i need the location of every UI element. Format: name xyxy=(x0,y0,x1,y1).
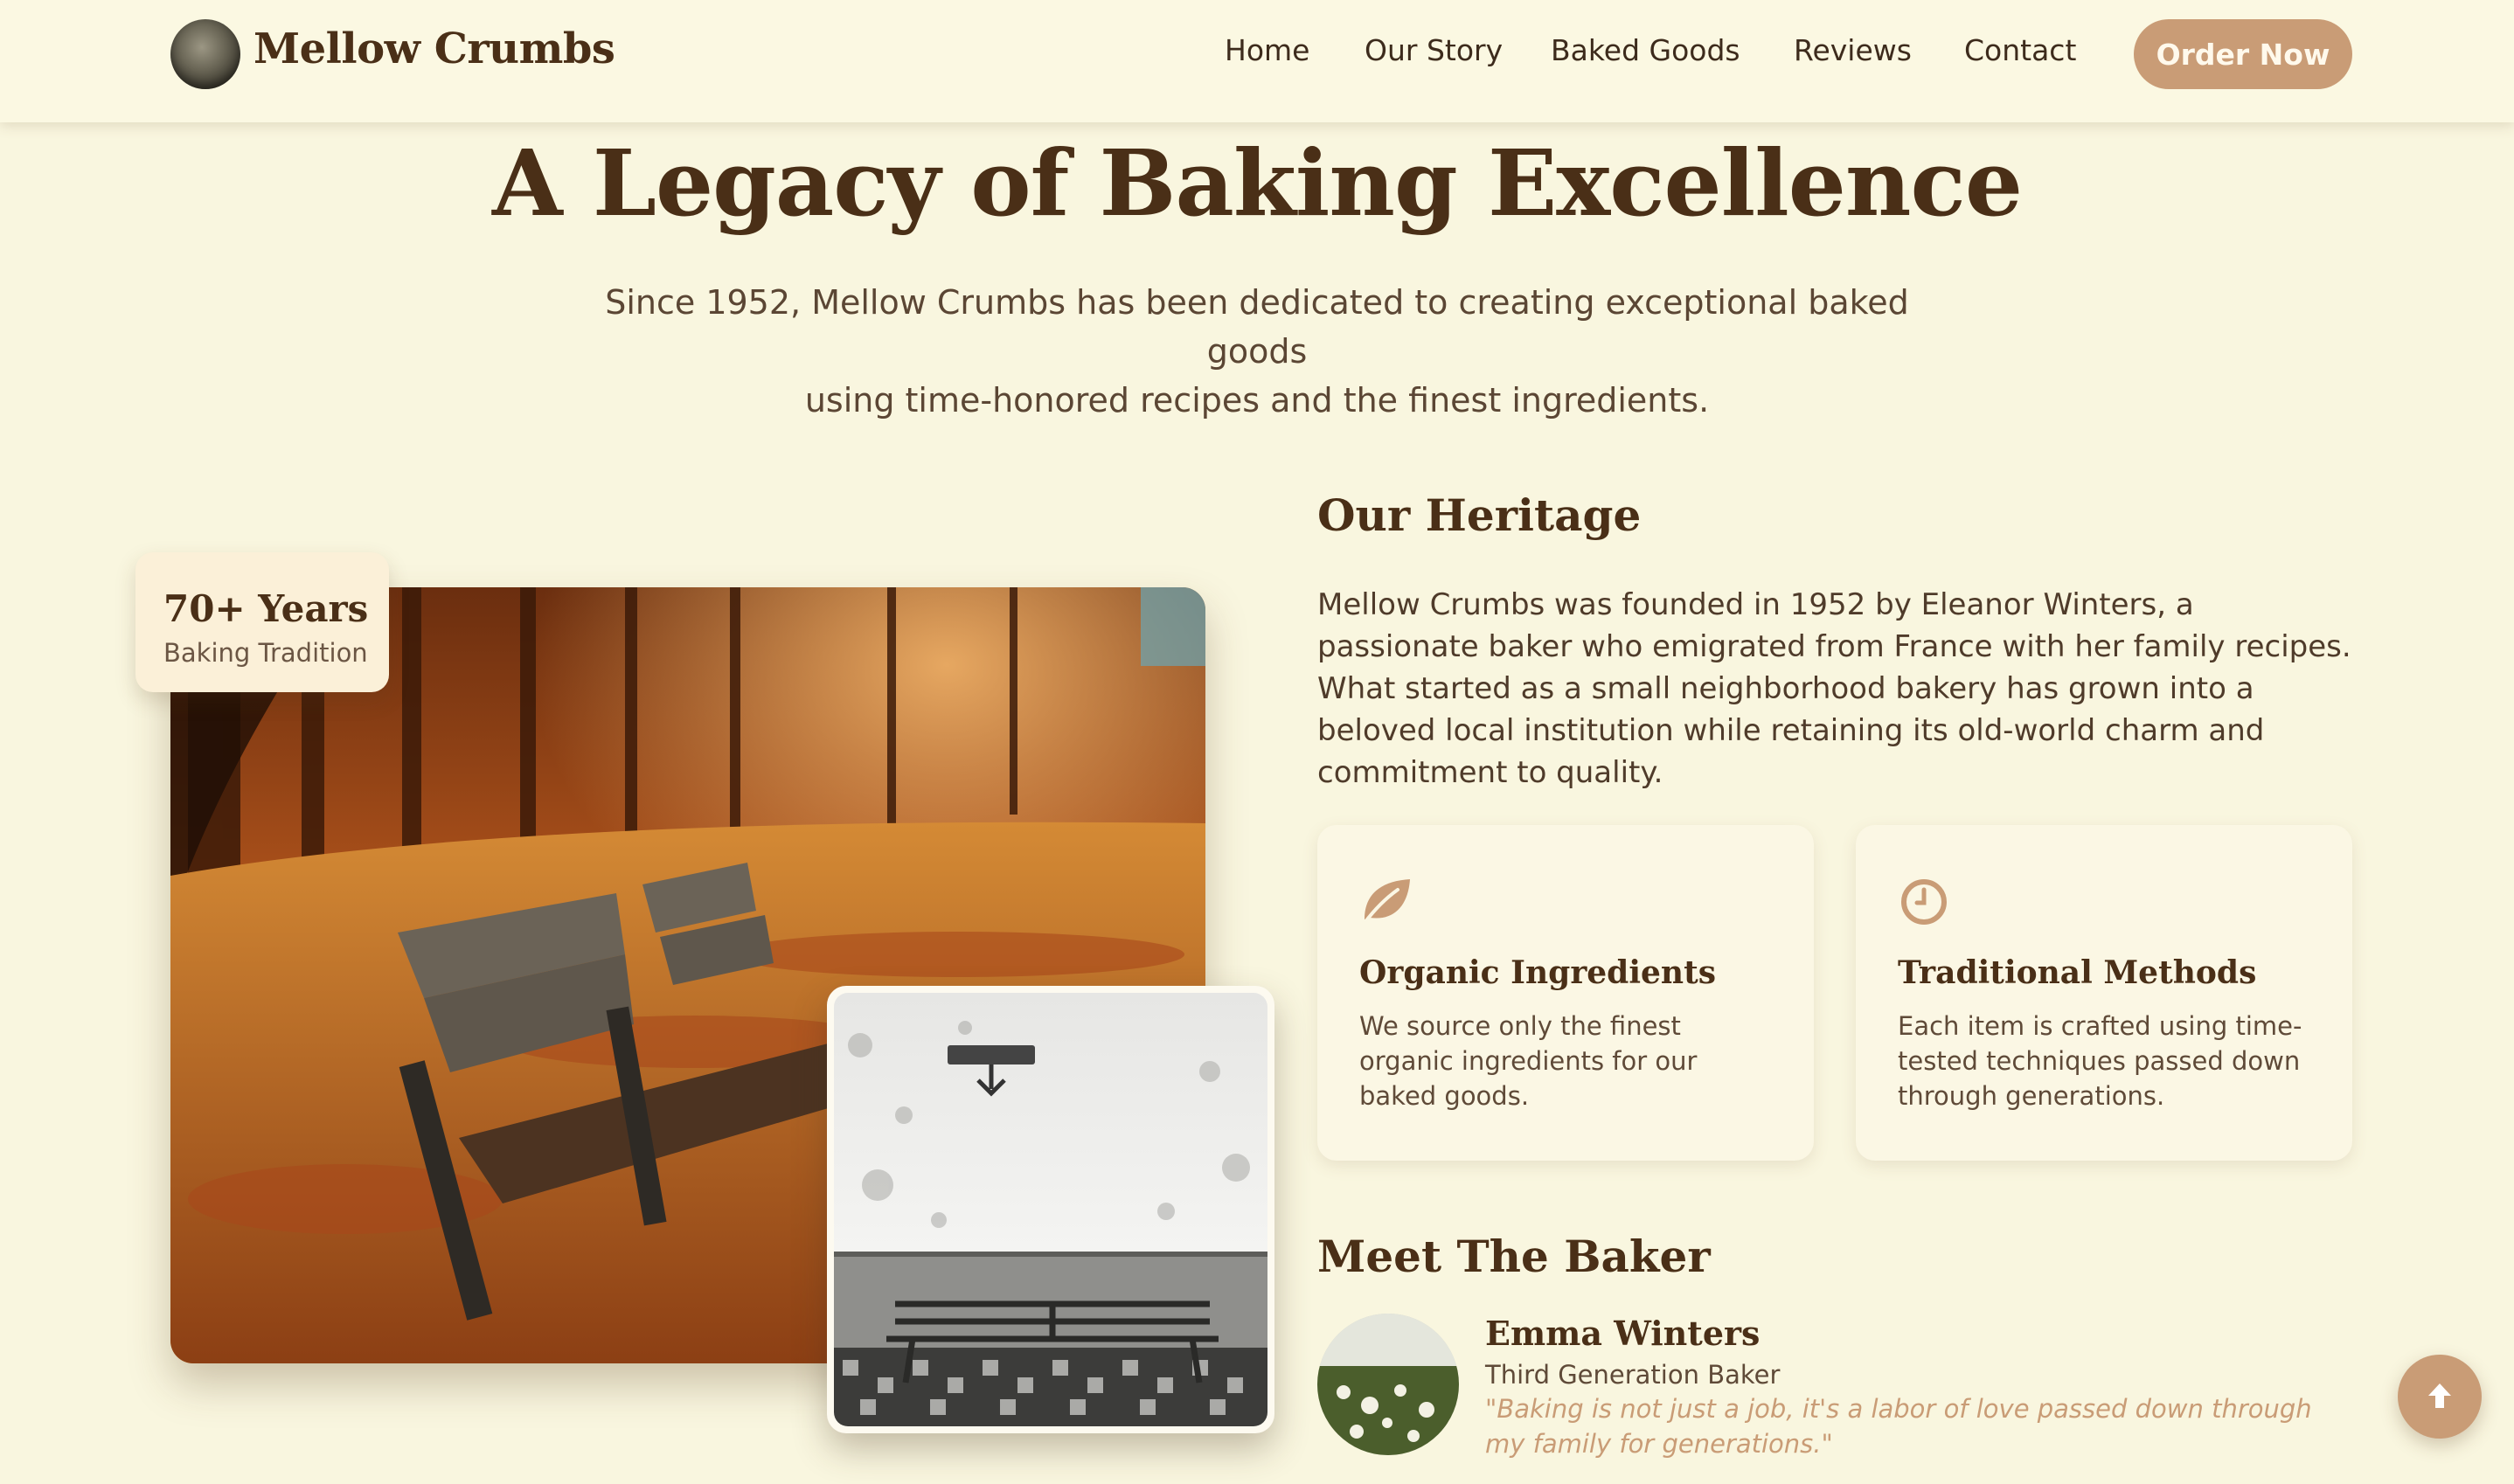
feature-title: Traditional Methods xyxy=(1898,954,2257,991)
years-badge: 70+ Years Baking Tradition xyxy=(135,552,389,692)
feature-card-organic: Organic Ingredients We source only the f… xyxy=(1317,825,1814,1161)
page-title: A Legacy of Baking Excellence xyxy=(491,129,2023,237)
nav-item-home[interactable]: Home xyxy=(1225,33,1309,67)
arrow-up-icon xyxy=(2427,1382,2453,1412)
scroll-to-top-button[interactable] xyxy=(2398,1355,2482,1439)
feature-text: Each item is crafted using time-tested t… xyxy=(1898,1011,2302,1111)
wall-bench-photo xyxy=(827,986,1274,1433)
clock-icon xyxy=(1898,874,1952,928)
baker-role: Third Generation Baker xyxy=(1485,1360,1781,1390)
baker-section-title: Meet The Baker xyxy=(1317,1231,1711,1282)
feature-text: We source only the finest organic ingred… xyxy=(1359,1011,1698,1111)
nav-item-contact[interactable]: Contact xyxy=(1964,33,2076,67)
hero-subtitle: Since 1952, Mellow Crumbs has been dedic… xyxy=(558,278,1956,425)
order-now-button[interactable]: Order Now xyxy=(2134,19,2352,89)
hero-subtitle-line: using time-honored recipes and the fines… xyxy=(804,381,1710,420)
baker-quote: "Baking is not just a job, it's a labor … xyxy=(1485,1394,2312,1459)
years-badge-title: 70+ Years xyxy=(163,587,369,630)
hero-subtitle-line: Since 1952, Mellow Crumbs has been dedic… xyxy=(605,283,1909,371)
heritage-text: Mellow Crumbs was founded in 1952 by Ele… xyxy=(1317,587,2351,790)
nav-item-baked-goods[interactable]: Baked Goods xyxy=(1551,33,1740,67)
leaf-icon xyxy=(1359,874,1413,928)
baker-name: Emma Winters xyxy=(1485,1314,1760,1353)
heritage-title: Our Heritage xyxy=(1317,489,1642,541)
years-badge-subtitle: Baking Tradition xyxy=(163,638,368,668)
brand-name[interactable]: Mellow Crumbs xyxy=(253,24,615,73)
feature-card-traditional: Traditional Methods Each item is crafted… xyxy=(1856,825,2352,1161)
feature-title: Organic Ingredients xyxy=(1359,954,1717,991)
nav-item-our-story[interactable]: Our Story xyxy=(1365,33,1503,67)
logo-image[interactable] xyxy=(170,19,240,89)
baker-avatar xyxy=(1317,1314,1459,1455)
site-header: Mellow Crumbs Home Our Story Baked Goods… xyxy=(0,0,2514,122)
nav-item-reviews[interactable]: Reviews xyxy=(1794,33,1912,67)
